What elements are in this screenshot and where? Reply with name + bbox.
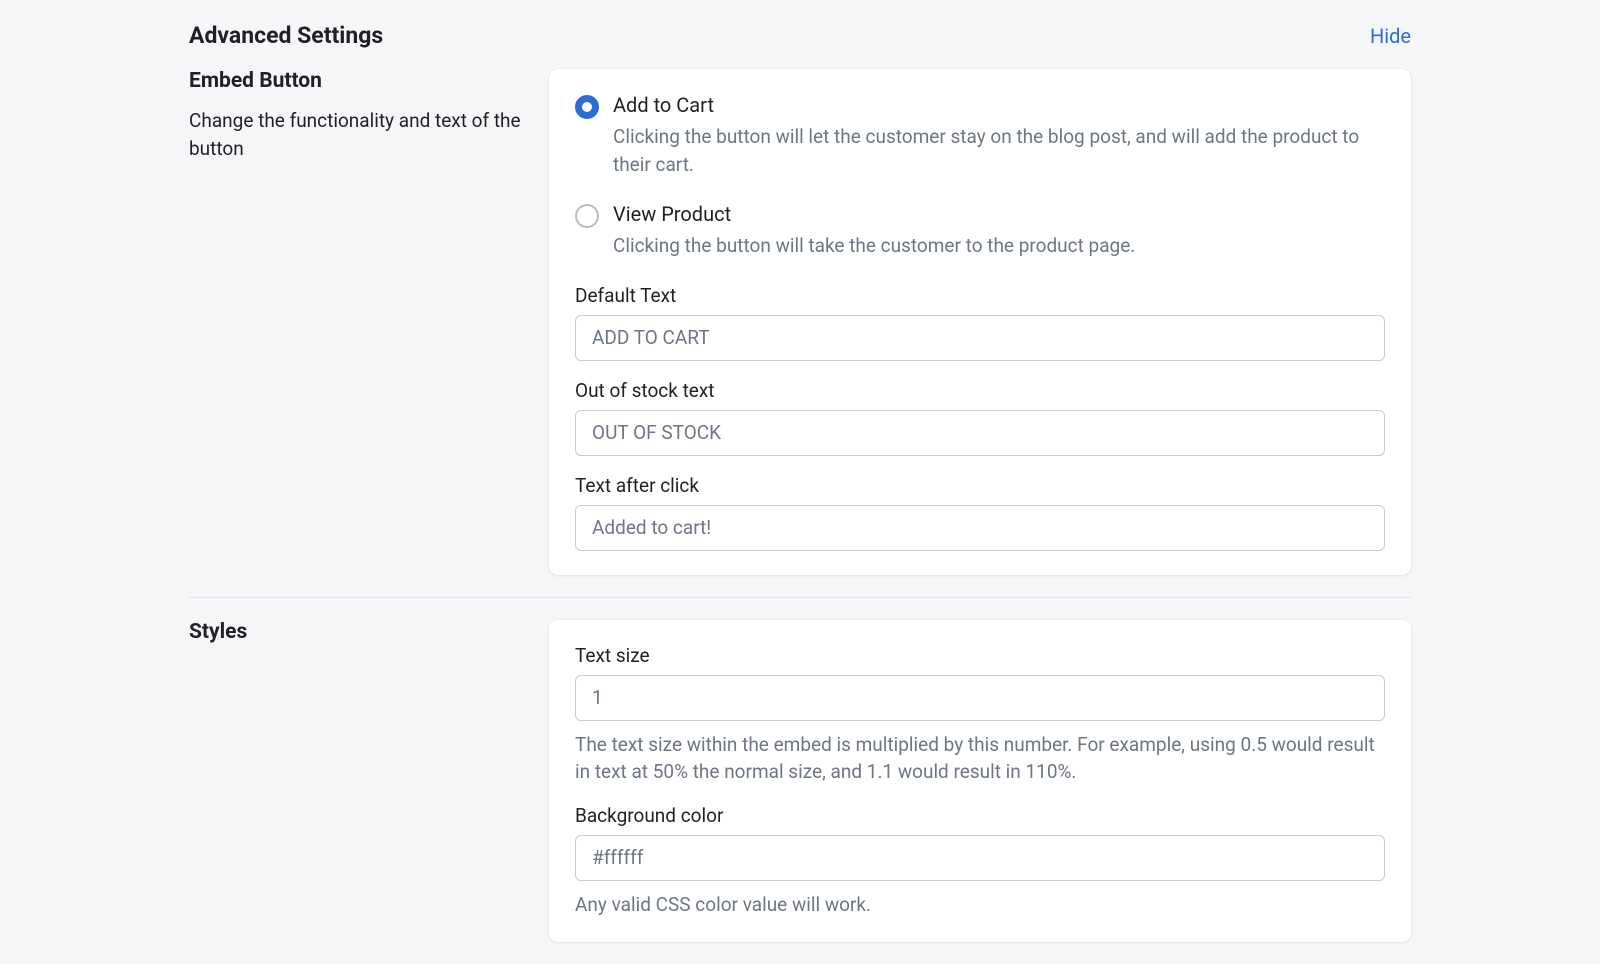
radio-selected-icon[interactable] [575, 95, 599, 119]
after-click-label: Text after click [575, 474, 1385, 497]
radio-label: Add to Cart [613, 93, 1385, 117]
out-of-stock-label: Out of stock text [575, 379, 1385, 402]
bg-color-label: Background color [575, 804, 1385, 827]
text-size-input[interactable] [575, 675, 1385, 721]
hide-link[interactable]: Hide [1370, 24, 1411, 48]
default-text-input[interactable] [575, 315, 1385, 361]
radio-label: View Product [613, 202, 1385, 226]
radio-add-to-cart[interactable]: Add to Cart Clicking the button will let… [575, 93, 1385, 178]
embed-card: Add to Cart Clicking the button will let… [549, 69, 1411, 575]
radio-unselected-icon[interactable] [575, 204, 599, 228]
page-title: Advanced Settings [189, 22, 383, 49]
radio-desc: Clicking the button will take the custom… [613, 232, 1385, 260]
embed-section-desc: Change the functionality and text of the… [189, 107, 529, 162]
radio-desc: Clicking the button will let the custome… [613, 123, 1385, 178]
text-size-label: Text size [575, 644, 1385, 667]
embed-section-title: Embed Button [189, 69, 529, 93]
bg-color-input[interactable] [575, 835, 1385, 881]
bg-color-help: Any valid CSS color value will work. [575, 891, 1385, 919]
styles-card: Text size The text size within the embed… [549, 620, 1411, 943]
out-of-stock-input[interactable] [575, 410, 1385, 456]
text-size-help: The text size within the embed is multip… [575, 731, 1385, 786]
radio-view-product[interactable]: View Product Clicking the button will ta… [575, 202, 1385, 260]
after-click-input[interactable] [575, 505, 1385, 551]
default-text-label: Default Text [575, 284, 1385, 307]
styles-section-title: Styles [189, 620, 529, 644]
